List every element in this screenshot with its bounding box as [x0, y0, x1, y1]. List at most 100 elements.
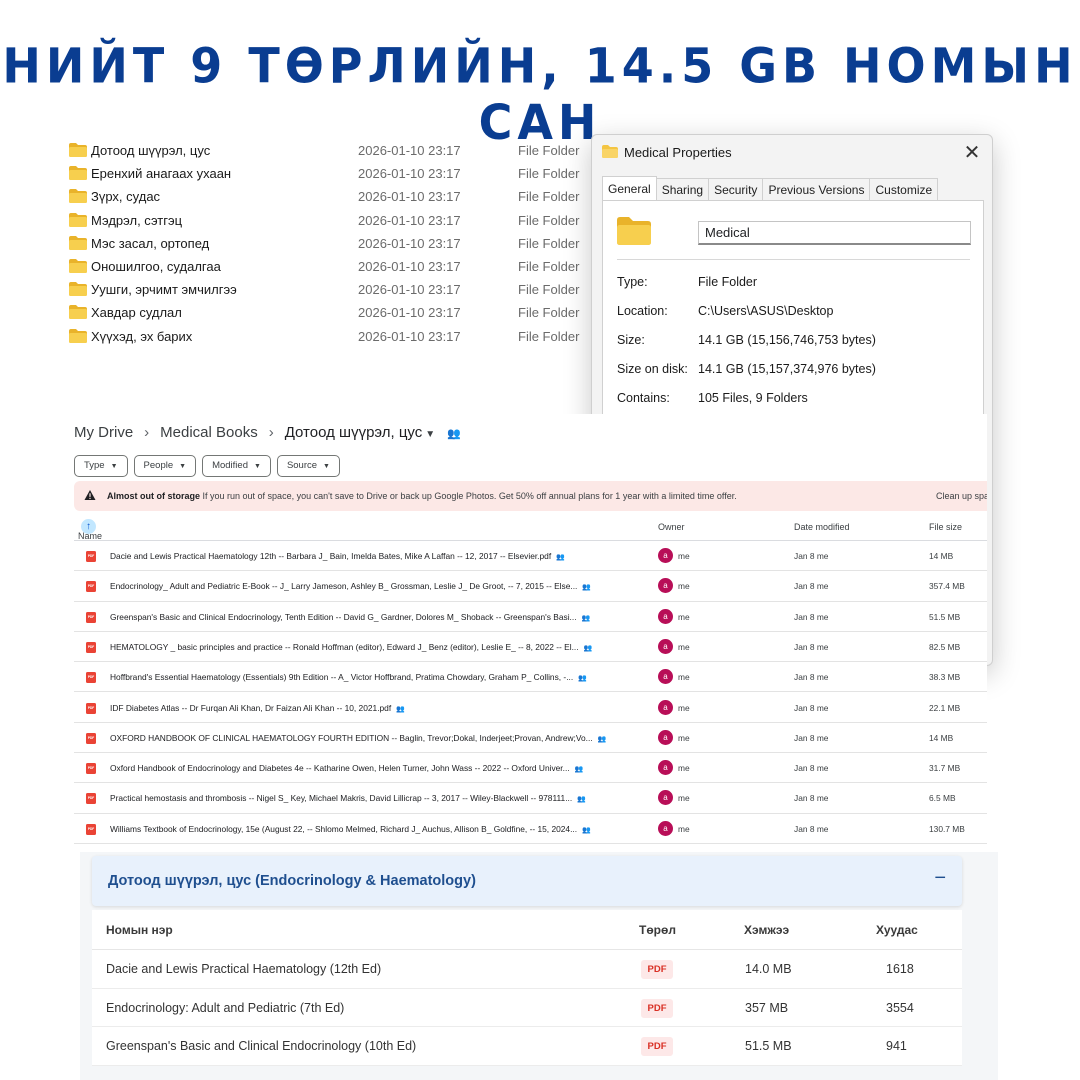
folder-row[interactable]: Дотоод шүүрэл, цус 2026-01-10 23:17 File F…	[66, 140, 596, 163]
folder-name: Мэдрэл, сэтгэц	[91, 212, 183, 228]
book-size: 51.5 MB	[745, 1039, 792, 1054]
breadcrumb-current-folder[interactable]: Дотоод шүүрэл, цус	[285, 424, 423, 441]
tab-sharing[interactable]: Sharing	[655, 178, 710, 200]
folder-date: 2026-01-10 23:17	[358, 166, 461, 182]
clean-up-space-button[interactable]: Clean up spa	[936, 491, 987, 501]
date-modified: Jan 8 me	[794, 672, 829, 683]
file-size: 22.1 MB	[929, 702, 961, 713]
prop-value: C:\Users\ASUS\Desktop	[698, 304, 834, 318]
file-size: 38.3 MB	[929, 672, 961, 683]
folder-row[interactable]: Хүүхэд, эх барих 2026-01-10 23:17 File Fol…	[66, 326, 596, 349]
table-row[interactable]: PDF Williams Textbook of Endocrinology, 1…	[74, 814, 987, 844]
folder-icon	[69, 189, 87, 204]
collapse-icon[interactable]: −	[934, 867, 946, 890]
banner-message: If you run out of space, you can't save …	[200, 491, 737, 501]
breadcrumb: My Drive › Medical Books › Дотоод шүүрэл, цу…	[74, 424, 461, 441]
accordion-header[interactable]: Дотоод шүүрэл, цус (Endocrinology & Haem…	[92, 856, 962, 906]
file-name-text: Williams Textbook of Endocrinology, 15e …	[110, 823, 578, 834]
folder-row[interactable]: Еренхий анагаах ухаан 2026-01-10 23:17 Fil…	[66, 163, 596, 186]
folder-row[interactable]: Мэс засал, ортопед 2026-01-10 23:17 File F…	[66, 233, 596, 256]
tab-previous-versions[interactable]: Previous Versions	[762, 178, 871, 200]
folder-row[interactable]: Оношилгоо, судалгаа 2026-01-10 23:17 File …	[66, 256, 596, 279]
folder-name-field[interactable]: Medical	[698, 221, 971, 245]
shared-people-icon: 👥	[582, 826, 591, 834]
book-name: Greenspan's Basic and Clinical Endocrino…	[106, 1039, 417, 1054]
shared-people-icon: 👥	[447, 428, 461, 440]
file-name-text: OXFORD HANDBOOK OF CLINICAL HAEMATOLOGY …	[110, 732, 593, 743]
dialog-title: Medical Properties	[624, 145, 732, 160]
avatar: a	[658, 729, 673, 745]
owner: me	[678, 551, 690, 561]
prop-label: Contains:	[617, 391, 670, 405]
file-name-text: Greenspan's Basic and Clinical Endocrino…	[110, 611, 577, 622]
pdf-file-icon: PDF	[86, 551, 96, 562]
tab-general[interactable]: General	[602, 176, 657, 200]
table-row[interactable]: PDF Greenspan's Basic and Clinical Endocr…	[74, 602, 987, 632]
filter-type[interactable]: Type ▼	[74, 455, 128, 477]
table-row[interactable]: PDF IDF Diabetes Atlas -- Dr Furqan Ali K…	[74, 693, 987, 723]
avatar: a	[658, 820, 673, 836]
breadcrumb-medical-books[interactable]: Medical Books	[160, 424, 258, 441]
shared-people-icon: 👥	[396, 705, 405, 713]
table-row[interactable]: PDF Endocrinology_ Adult and Pediatric E-…	[74, 571, 987, 602]
catalog-row[interactable]: Greenspan's Basic and Clinical Endocrino…	[92, 1027, 962, 1067]
catalog-row[interactable]: Endocrinology: Adult and Pediatric (7th …	[92, 989, 962, 1028]
table-header: Name ↑ Owner Date modified File size	[74, 513, 987, 541]
pdf-file-icon: PDF	[86, 763, 96, 775]
table-row[interactable]: PDF Hoffbrand's Essential Haematology (Es…	[74, 662, 987, 693]
pdf-file-icon: PDF	[86, 702, 96, 714]
folder-row[interactable]: Мэдрэл, сэтгэц 2026-01-10 23:17 File Folde…	[66, 210, 596, 233]
file-name: Oxford Handbook of Endocrinology and Dia…	[110, 763, 583, 773]
folder-icon	[69, 305, 87, 320]
folder-date: 2026-01-10 23:17	[358, 189, 461, 205]
file-name: HEMATOLOGY _ basic principles and practi…	[110, 642, 592, 652]
caret-down-icon[interactable]: ▼	[425, 429, 435, 440]
file-name-text: Practical hemostasis and thrombosis -- N…	[110, 793, 573, 804]
filter-label: Source	[286, 460, 318, 471]
filter-source[interactable]: Source ▼	[276, 455, 340, 477]
file-name: Practical hemostasis and thrombosis -- N…	[110, 793, 586, 803]
column-date-modified[interactable]: Date modified	[794, 522, 850, 532]
pdf-file-icon: PDF	[86, 611, 96, 623]
book-pages: 1618	[886, 962, 914, 976]
file-name: Endocrinology_ Adult and Pediatric E-Boo…	[110, 581, 591, 591]
table-row[interactable]: PDF OXFORD HANDBOOK OF CLINICAL HAEMATOLO…	[74, 723, 987, 754]
pdf-file-icon: PDF	[86, 732, 96, 744]
date-modified: Jan 8 me	[794, 581, 829, 592]
drive-panel: My Drive › Medical Books › Дотоод шүүрэл, цу…	[50, 414, 987, 852]
filter-modified[interactable]: Modified ▼	[202, 455, 271, 477]
column-owner[interactable]: Owner	[658, 522, 685, 532]
pdf-file-icon: PDF	[86, 823, 96, 835]
column-file-size[interactable]: File size	[929, 522, 962, 532]
tab-customize[interactable]: Customize	[869, 178, 939, 200]
table-row[interactable]: PDF Oxford Handbook of Endocrinology and …	[74, 753, 987, 784]
date-modified: Jan 8 me	[794, 793, 829, 804]
folder-row[interactable]: Уушги, эрчимт эмчилгээ 2026-01-10 23:17 Fi…	[66, 279, 596, 302]
file-name: OXFORD HANDBOOK OF CLINICAL HAEMATOLOGY …	[110, 733, 606, 743]
table-row[interactable]: PDF HEMATOLOGY _ basic principles and pra…	[74, 632, 987, 663]
folder-row[interactable]: Хавдар судлал 2026-01-10 23:17 File Folder	[66, 302, 596, 325]
breadcrumb-separator: ›	[268, 424, 274, 441]
avatar: a	[658, 608, 673, 624]
folder-date: 2026-01-10 23:17	[358, 143, 461, 158]
close-icon[interactable]: ✕	[960, 141, 984, 165]
avatar: a	[658, 638, 673, 654]
folder-row[interactable]: Зүрх, судас 2026-01-10 23:17 File Folder	[66, 186, 596, 209]
sort-arrow-icon[interactable]: ↑	[81, 519, 96, 534]
table-row[interactable]: PDF Practical hemostasis and thrombosis -…	[74, 783, 987, 814]
folder-type: File Folder	[518, 328, 580, 344]
file-size: 6.5 MB	[929, 793, 956, 804]
book-pages: 941	[886, 1039, 907, 1054]
table-row[interactable]: PDF Dacie and Lewis Practical Haematology…	[74, 541, 987, 572]
filter-people[interactable]: People ▼	[133, 455, 197, 477]
column-name[interactable]: Name ↑	[78, 519, 102, 541]
column-book-name: Номын нэр	[106, 923, 173, 937]
file-name-text: HEMATOLOGY _ basic principles and practi…	[110, 641, 579, 652]
catalog-row[interactable]: Dacie and Lewis Practical Haematology (1…	[92, 950, 962, 989]
folder-name: Оношилгоо, судалгаа	[91, 258, 221, 274]
file-name-text: IDF Diabetes Atlas -- Dr Furqan Ali Khan…	[110, 702, 392, 713]
prop-label: Location:	[617, 304, 668, 318]
tab-security[interactable]: Security	[708, 178, 764, 200]
filter-label: Modified	[212, 460, 248, 471]
breadcrumb-my-drive[interactable]: My Drive	[74, 424, 133, 441]
